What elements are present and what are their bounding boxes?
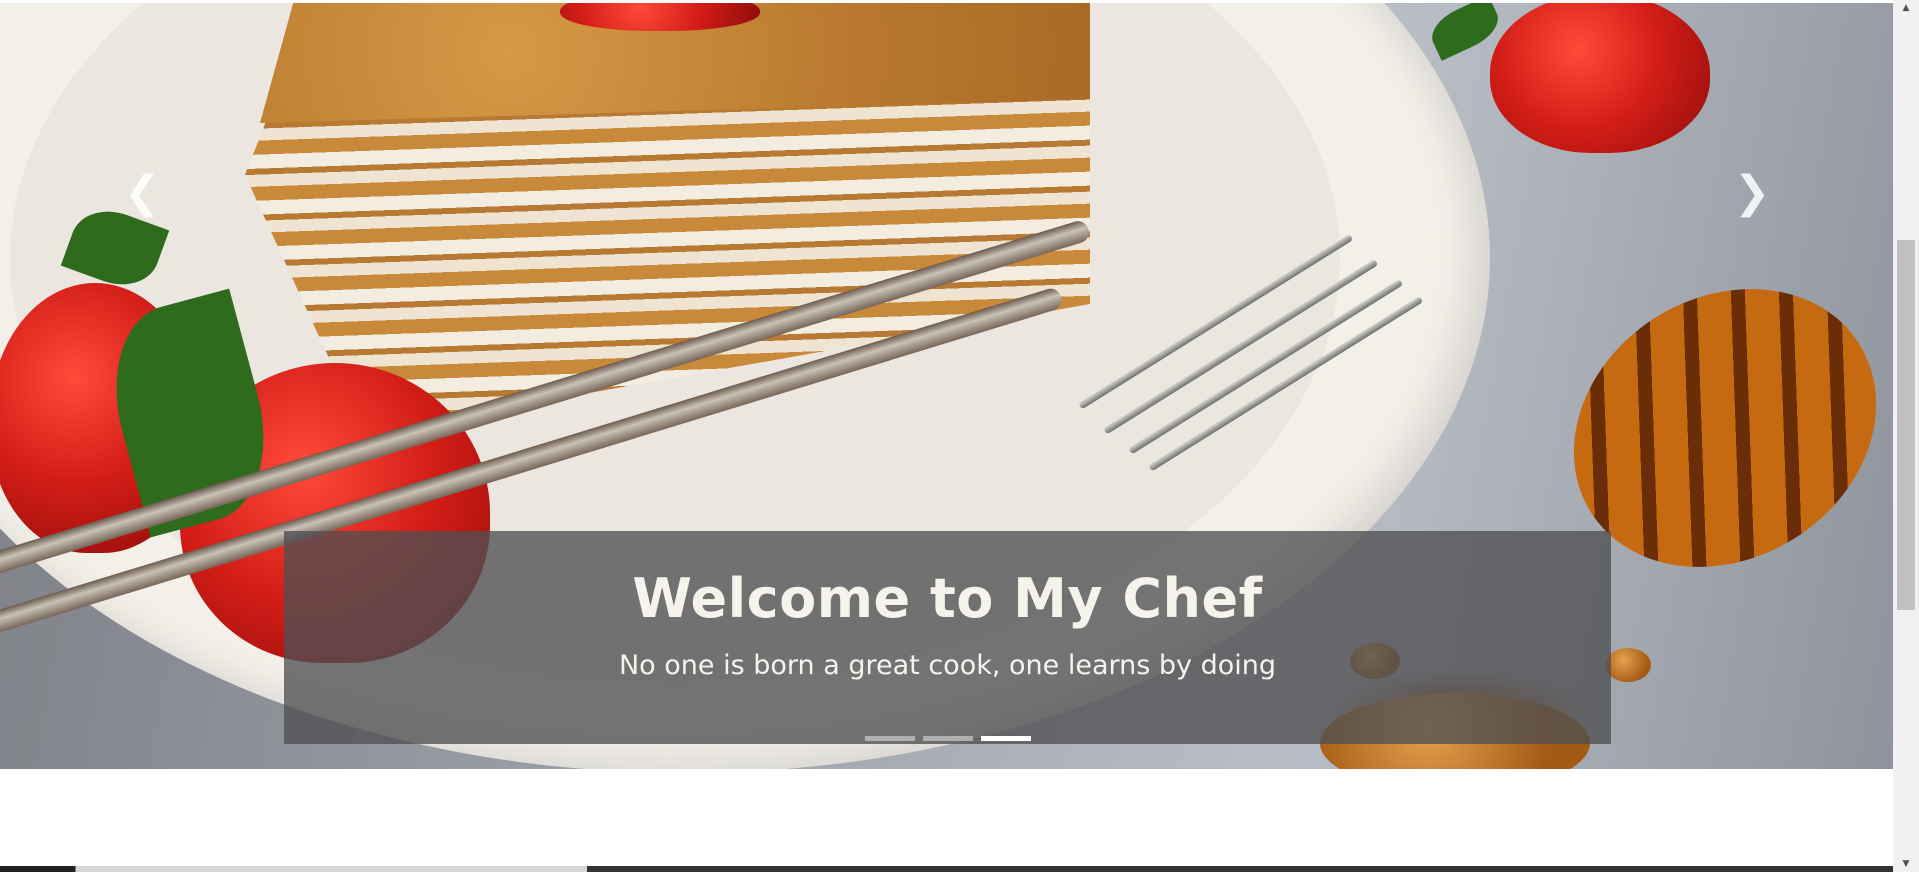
scroll-up-arrow-icon[interactable]: ▲ <box>1893 0 1919 16</box>
honey-drop-image <box>1605 648 1651 682</box>
carousel-next-button[interactable]: ❯ <box>1722 163 1782 223</box>
carousel-indicator-2[interactable] <box>922 736 973 741</box>
caption-title: Welcome to My Chef <box>632 567 1263 630</box>
chevron-left-icon: ❮ <box>123 167 161 218</box>
hero-carousel: ❮ ❯ Welcome to My Chef No one is born a … <box>0 3 1893 769</box>
scroll-down-arrow-icon[interactable]: ▼ <box>1893 856 1919 872</box>
carousel-indicators <box>284 728 1611 741</box>
strawberry-image <box>1490 3 1710 153</box>
next-section-edge <box>0 866 1893 872</box>
caption-subtitle: No one is born a great cook, one learns … <box>618 650 1277 681</box>
chevron-right-icon: ❯ <box>1733 167 1771 218</box>
carousel-prev-button[interactable]: ❮ <box>112 163 172 223</box>
scrollbar-thumb[interactable] <box>1897 240 1915 610</box>
carousel-indicator-1[interactable] <box>864 736 915 741</box>
vertical-scrollbar[interactable]: ▲ ▼ <box>1893 0 1919 872</box>
carousel-caption: Welcome to My Chef No one is born a grea… <box>284 531 1611 744</box>
carousel-indicator-3[interactable] <box>980 736 1031 741</box>
